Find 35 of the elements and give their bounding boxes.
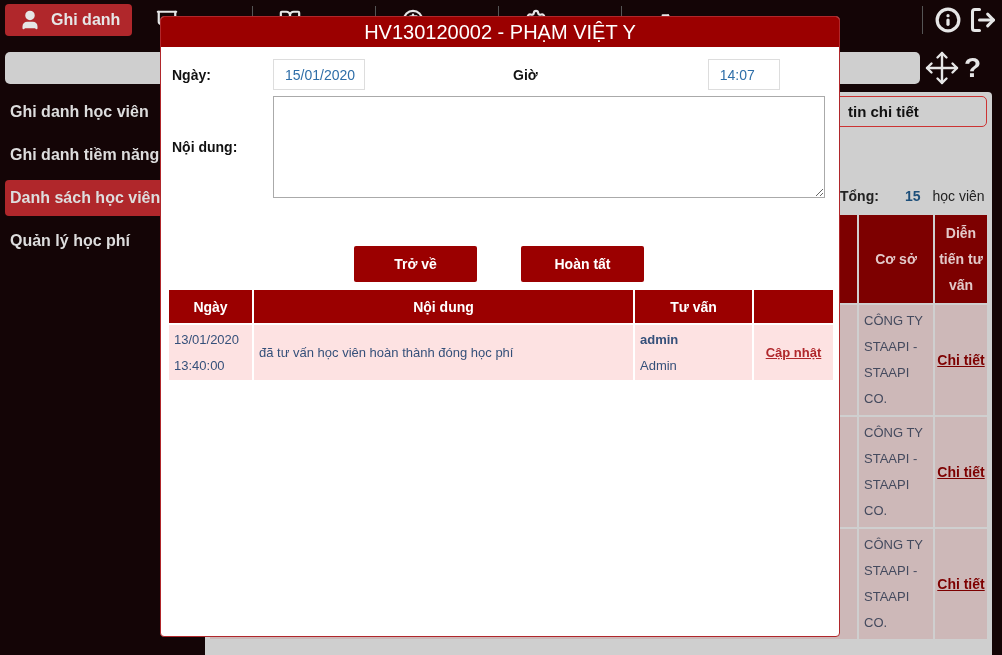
column-header: Ngày	[169, 290, 252, 323]
move-icon[interactable]	[924, 50, 960, 86]
total-label: Tổng:	[840, 188, 879, 204]
update-link[interactable]: Cập nhật	[765, 339, 822, 366]
total-value: 15	[904, 188, 921, 204]
help-icon[interactable]: ?	[964, 52, 982, 84]
content-label: Nội dung:	[172, 139, 238, 155]
content-field[interactable]	[273, 96, 825, 198]
user-icon	[19, 9, 41, 31]
date-field[interactable]: 15/01/2020	[273, 59, 365, 90]
total-unit: học viên	[932, 188, 985, 204]
time-text: 13:40:00	[174, 356, 226, 375]
table-cell: CÔNG TY STAAPI - STAAPI CO.	[859, 305, 933, 415]
table-cell: đã tư vấn học viên hoàn thành đóng học phí	[254, 325, 633, 380]
column-header: Nội dung	[254, 290, 633, 323]
nav-tab[interactable]: Ghi danh	[5, 4, 133, 36]
table-cell: CÔNG TY STAAPI - STAAPI CO.	[859, 529, 933, 639]
user-id: admin	[640, 330, 680, 349]
date-text: 13/01/2020	[174, 330, 241, 349]
info-icon[interactable]	[935, 7, 961, 33]
date-label: Ngày:	[172, 66, 211, 83]
time-field[interactable]: 14:07	[707, 59, 780, 90]
time-label: Giờ	[513, 66, 538, 83]
dialog-title: HV130120002 - PHẠM VIỆT Y	[161, 17, 839, 47]
detail-link[interactable]: Chi tiết	[937, 347, 985, 373]
detail-link[interactable]: Chi tiết	[937, 571, 985, 597]
detail-link[interactable]: Chi tiết	[937, 459, 985, 485]
logout-icon[interactable]	[969, 6, 997, 34]
column-header: Tư vấn	[635, 290, 752, 323]
column-header: Diễn tiến tư vấn	[935, 215, 987, 303]
back-button[interactable]: Trở về	[354, 246, 477, 282]
column-header: Cơ sở	[859, 215, 933, 303]
finish-button[interactable]: Hoàn tất	[521, 246, 644, 282]
table-cell: CÔNG TY STAAPI - STAAPI CO.	[859, 417, 933, 527]
user-name: Admin	[640, 356, 678, 375]
